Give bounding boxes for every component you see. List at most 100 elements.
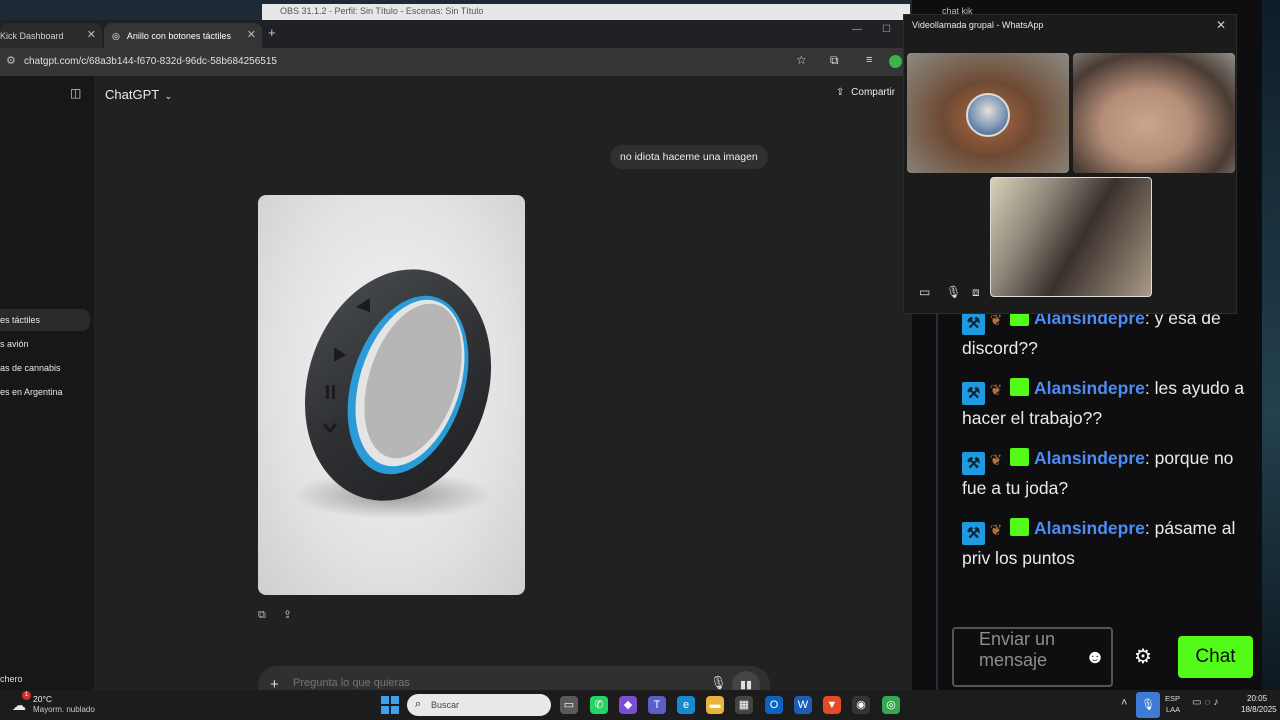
send-chat-button[interactable]: Chat [1178,636,1253,678]
model-selector[interactable]: ChatGPT ⌄ [105,87,172,102]
maximize-icon[interactable]: ☐ [882,24,891,35]
copy-icon[interactable]: ⧉ [258,609,266,621]
url-text[interactable]: chatgpt.com/c/68a3b144-f670-832d-96dc-58… [24,56,277,67]
whatsapp-icon[interactable]: ✆ [590,696,608,714]
store-icon[interactable]: ▦ [735,696,753,714]
sidebar-chat-item[interactable]: es en Argentina [0,381,90,403]
moderator-badge-icon: ⚒ [962,452,985,475]
chevron-down-icon: ⌄ [164,91,173,101]
moderator-badge-icon: ⚒ [962,382,985,405]
chat-main: ChatGPT ⌄ ⇪ Compartir no idiota haceme u… [94,76,930,704]
obs-window-title: OBS 31.1.2 - Perfil: Sin Título - Escena… [280,6,484,16]
sidebar-toggle-icon[interactable]: ◫ [70,86,81,100]
share-icon: ⇪ [836,87,845,98]
search-icon: ⌕ [415,698,422,710]
weather-temperature[interactable]: 20°C [33,694,52,704]
close-icon[interactable]: ✕ [87,28,96,41]
whatsapp-window-title: Videollamada grupal - WhatsApp [912,20,1044,30]
chat-username[interactable]: Alansindepre [1034,518,1145,538]
participant-video-tile[interactable] [1073,53,1235,173]
clock-time[interactable]: 20:05 [1247,694,1267,703]
leaf-badge-icon: ❦ [989,452,1003,469]
windows-start-button[interactable] [381,696,399,714]
screen-share-icon[interactable]: ⧈ [972,285,980,300]
obs-window-titlebar[interactable]: OBS 31.1.2 - Perfil: Sin Título - Escena… [262,4,910,20]
media-controls-icon[interactable]: ≡ [866,54,872,66]
globe-icon: ◎ [112,31,120,41]
chat-message: ⚒ ❦ Alansindepre: porque no fue a tu joda? [962,445,1252,502]
moderator-badge-icon: ⚒ [962,522,985,545]
weather-badge: 1 [22,691,31,700]
whatsapp-call-window: Videollamada grupal - WhatsApp ✕ ▭ 🎙 ⧈ [903,14,1237,314]
share-button[interactable]: ⇪ Compartir [836,87,895,98]
generated-image-ring[interactable] [258,195,525,595]
participant-video-tile[interactable] [907,53,1069,173]
sidebar-footer-label[interactable]: chero [0,674,23,684]
obs-icon[interactable]: ◉ [852,696,870,714]
gift-badge-icon [1010,448,1029,466]
bookmark-star-icon[interactable]: ☆ [796,53,807,67]
moderator-badge-icon: ⚒ [962,312,985,335]
edge-icon[interactable]: e [677,696,695,714]
microphone-icon[interactable]: 🎙 [1136,692,1160,718]
user-message: no idiota haceme una imagen [610,145,768,169]
file-explorer-icon[interactable]: ▬ [706,696,724,714]
gift-badge-icon [1010,518,1029,536]
tab-chatgpt[interactable]: ◎ Anillo con botones táctiles ✕ [104,23,262,48]
taskbar-search[interactable]: ⌕ Buscar [407,694,551,716]
copilot-icon[interactable]: ◆ [619,696,637,714]
sidebar-chat-item[interactable]: es táctiles [0,309,90,331]
share-icon[interactable]: ⇪ [283,609,292,621]
tab-label: Kick Dashboard [0,31,64,41]
model-label: ChatGPT [105,87,159,102]
weather-description[interactable]: Mayorm. nublado [33,705,95,714]
tab-bar: Kick Dashboard ✕ ◎ Anillo con botones tá… [0,20,912,48]
prompt-input[interactable] [293,677,673,689]
gift-badge-icon [1010,378,1029,396]
outlook-icon[interactable]: O [765,696,783,714]
task-view-icon[interactable]: ▭ [560,696,578,714]
leaf-badge-icon: ❦ [989,382,1003,399]
minimize-icon[interactable]: — [852,24,862,35]
browser-window: Kick Dashboard ✕ ◎ Anillo con botones tá… [0,20,930,704]
desktop-background-right [1262,0,1280,690]
taskbar: ☁ 1 20°C Mayorm. nublado ⌕ Buscar ▭ ✆ ◆ … [0,690,1280,720]
emoji-icon[interactable]: ☻ [1085,647,1105,669]
sidebar-chat-item[interactable]: s avión [0,333,90,355]
participant-avatar [966,93,1010,137]
close-icon[interactable]: ✕ [247,28,256,41]
extensions-icon[interactable]: ⧉ [830,53,839,68]
tab-kick-dashboard[interactable]: Kick Dashboard ✕ [0,23,102,48]
word-icon[interactable]: W [794,696,812,714]
self-video-tile[interactable] [990,177,1152,297]
chat-message: ⚒ ❦ Alansindepre: pásame al priv los punto… [962,515,1252,572]
teams-icon[interactable]: T [648,696,666,714]
address-bar[interactable]: ⚙ chatgpt.com/c/68a3b144-f670-832d-96dc-… [0,48,912,76]
chat-username[interactable]: Alansindepre [1034,378,1145,398]
profile-avatar[interactable] [889,55,902,68]
keyboard-layout-indicator[interactable]: LAA [1166,705,1180,714]
close-icon[interactable]: ✕ [1216,18,1226,32]
chat-message-input[interactable]: Enviar un mensaje ☻ [952,627,1113,687]
system-tray-icons[interactable]: ▭◌♪ [1192,697,1221,708]
tab-label: Anillo con botones táctiles [126,31,231,41]
chrome-icon[interactable]: ◎ [882,696,900,714]
sidebar-chat-item[interactable]: as de cannabis [0,357,90,379]
microphone-icon[interactable]: 🎙 [946,285,961,299]
site-settings-icon[interactable]: ⚙ [6,54,16,67]
brave-icon[interactable]: ▼ [823,696,841,714]
chat-message-list: ⚒ ❦ Alansindepre: y esa de discord?? ⚒ ❦ Ala… [962,305,1252,585]
chat-input-placeholder: Enviar un mensaje [979,629,1056,670]
image-actions: ⧉ ⇪ [258,608,306,622]
chevron-up-icon[interactable]: ˄ [1121,697,1127,709]
clock-date[interactable]: 18/8/2025 [1241,705,1277,714]
new-tab-button[interactable]: + [268,25,276,40]
camera-icon[interactable]: ▭ [919,285,930,299]
microphone-icon[interactable]: 🎙 [710,675,727,691]
ring-illustration [293,269,493,519]
chat-username[interactable]: Alansindepre [1034,448,1145,468]
language-indicator[interactable]: ESP [1165,694,1180,703]
chat-message: ⚒ ❦ Alansindepre: les ayudo a hacer el tra… [962,375,1252,432]
chat-sidebar: ◫ es táctiles s avión as de cannabis es … [0,76,94,690]
gear-icon[interactable]: ⚙ [1134,644,1152,669]
